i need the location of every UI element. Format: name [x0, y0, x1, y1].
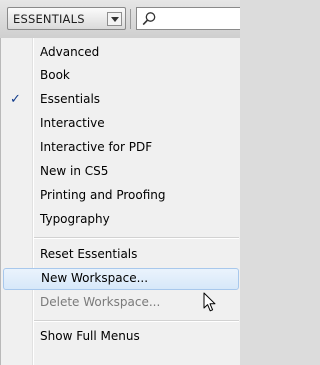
workspace-switcher-button[interactable]: ESSENTIALS — [7, 7, 126, 30]
menu-item-reset-essentials[interactable]: Reset Essentials — [1, 244, 239, 266]
menu-item-label: Advanced — [40, 45, 100, 59]
menu-item-essentials[interactable]: ✓ Essentials — [1, 89, 239, 111]
menu-item-label: Typography — [40, 212, 110, 226]
menu-separator — [34, 237, 239, 239]
mouse-pointer-icon — [203, 292, 216, 312]
menu-item-advanced[interactable]: Advanced — [1, 42, 239, 64]
menu-item-label: Delete Workspace... — [40, 295, 161, 309]
menu-separator — [34, 320, 239, 322]
menu-item-interactive-for-pdf[interactable]: Interactive for PDF — [1, 137, 239, 159]
menu-item-new-workspace[interactable]: New Workspace... — [3, 268, 239, 290]
workspace-menu: Advanced Book ✓ Essentials Interactive I… — [0, 38, 240, 365]
workspace-toolbar: ESSENTIALS — [0, 0, 240, 38]
menu-item-label: Interactive — [40, 116, 105, 130]
menu-item-label: New Workspace... — [41, 271, 149, 285]
menu-item-label: Interactive for PDF — [40, 140, 153, 154]
search-icon — [142, 12, 156, 26]
menu-item-label: New in CS5 — [40, 164, 109, 178]
menu-item-label: Book — [40, 68, 70, 82]
menu-item-book[interactable]: Book — [1, 65, 239, 87]
menu-item-printing-and-proofing[interactable]: Printing and Proofing — [1, 185, 239, 207]
menu-item-label: Show Full Menus — [40, 329, 140, 343]
search-input[interactable] — [136, 7, 240, 30]
menu-item-interactive[interactable]: Interactive — [1, 113, 239, 135]
chevron-down-icon[interactable] — [107, 12, 122, 26]
menu-item-typography[interactable]: Typography — [1, 209, 239, 231]
toolbar-divider — [130, 9, 131, 29]
menu-item-label: Reset Essentials — [40, 247, 138, 261]
workspace-switcher-label: ESSENTIALS — [13, 12, 85, 26]
dropdown-arrow — [111, 17, 119, 22]
checkmark-icon: ✓ — [10, 92, 21, 107]
menu-item-label: Printing and Proofing — [40, 188, 166, 202]
menu-item-show-full-menus[interactable]: Show Full Menus — [1, 326, 239, 348]
menu-item-label: Essentials — [40, 92, 101, 106]
menu-item-new-in-cs5[interactable]: New in CS5 — [1, 161, 239, 183]
